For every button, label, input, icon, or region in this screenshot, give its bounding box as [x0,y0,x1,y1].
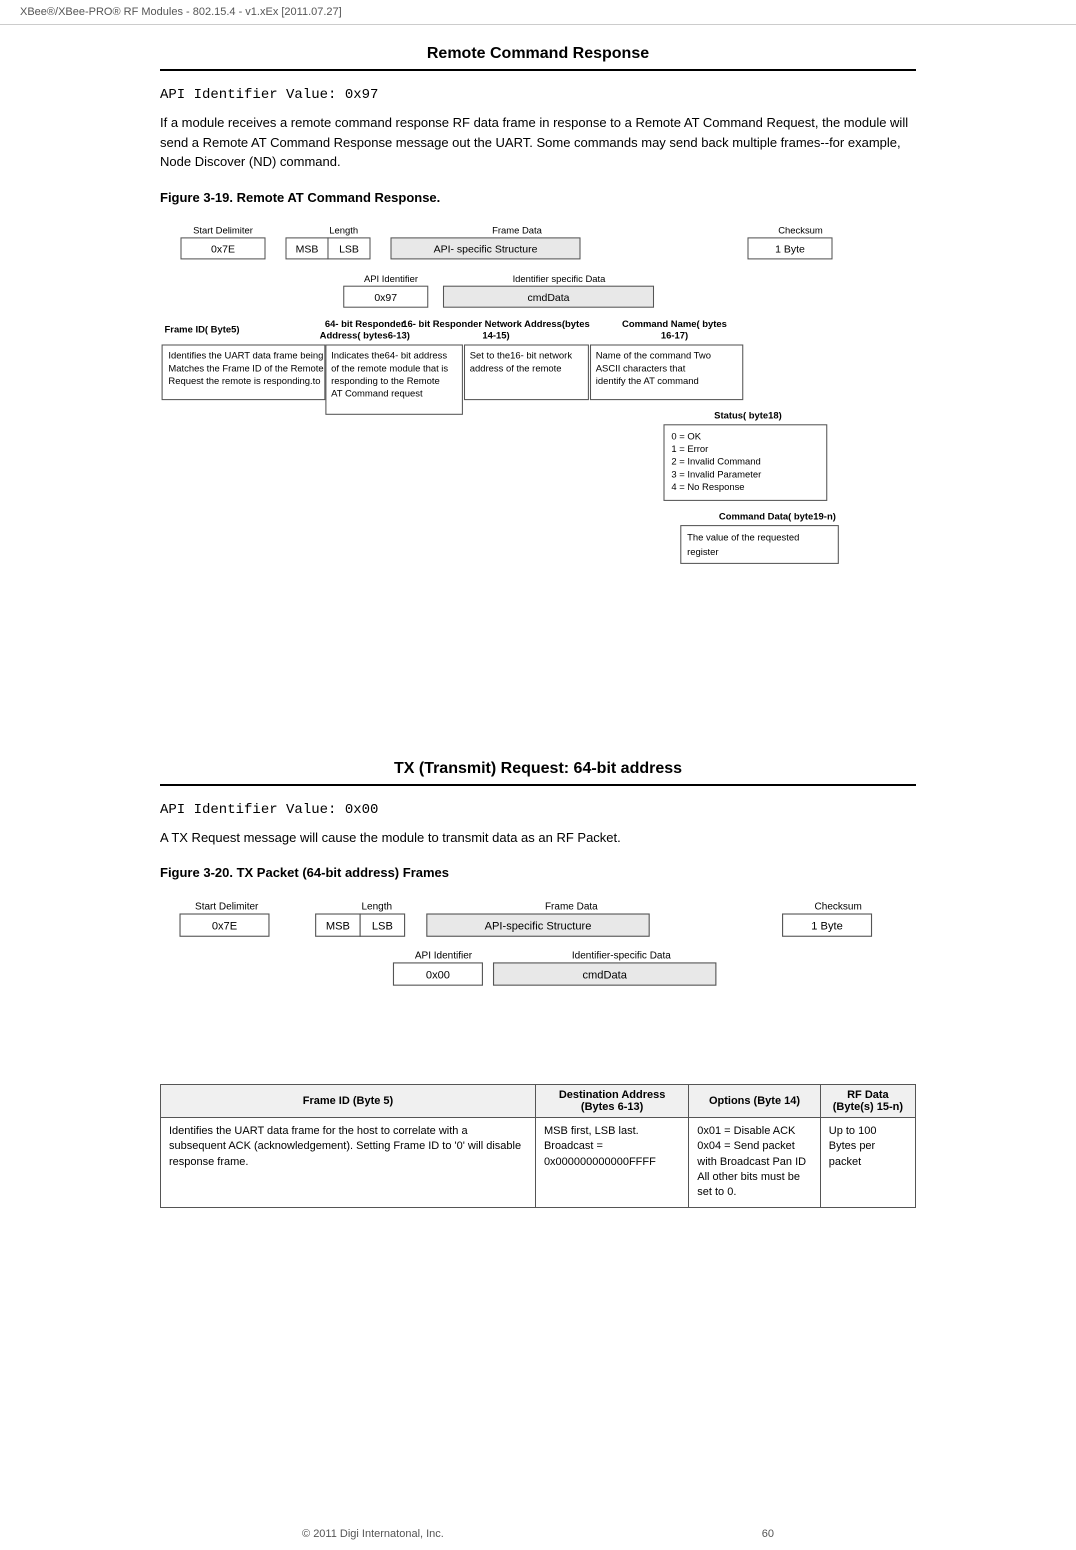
section2-figure-label: Figure 3-20. TX Packet (64-bit address) … [160,865,916,880]
tx-label-apiid: API Identifier [415,950,473,961]
section2-title: TX (Transmit) Request: 64-bit address [160,760,916,778]
th-options: Options (Byte 14) [689,1084,821,1117]
header-text: XBee®/XBee-PRO® RF Modules - 802.15.4 - … [20,6,342,18]
status-0: 0 = OK [671,431,701,442]
label-api-id: API Identifier [364,274,418,285]
text-64bit3: responding to the Remote [331,375,440,386]
val-api-specific: API- specific Structure [434,243,538,255]
remote-cmd-svg: Start Delimiter Length Frame Data Checks… [160,219,916,660]
text-cmdname1: Name of the command Two [596,350,711,361]
th-rfdata: RF Data (Byte(s) 15-n) [820,1084,915,1117]
text-cmdname3: identify the AT command [596,375,699,386]
section1-api-value: API Identifier Value: 0x97 [160,87,916,103]
val-checksum: 1 Byte [775,243,805,255]
section2-api-value2: A TX Request message will cause the modu… [160,828,916,848]
text-16bit1: Set to the16- bit network [470,350,573,361]
tx-val-checksum: 1 Byte [811,921,843,933]
tx-table: Frame ID (Byte 5) Destination Address (B… [160,1084,916,1208]
tx-diagram: Start Delimiter Length Frame Data Checks… [160,894,916,1072]
text-64bit2: of the remote module that is [331,363,448,374]
text-64bit1: Indicates the64- bit address [331,350,447,361]
tx-val-apiid: 0x00 [426,969,450,981]
label-start-delim: Start Delimiter [193,225,253,236]
label-16bit2: 14-15) [482,330,509,341]
label-cmdname: Command Name( bytes [622,319,727,330]
val-api-id: 0x97 [374,291,397,303]
page-footer: © 2011 Digi Internatonal, Inc. 60 [0,1528,1076,1540]
label-64bit: 64- bit Responder [325,319,405,330]
tx-label-length: Length [362,902,393,913]
label-id-specific: Identifier specific Data [513,274,607,285]
val-msb: MSB [296,243,319,255]
label-frame-id: Frame ID( Byte5) [165,324,240,335]
status-1: 1 = Error [671,444,708,455]
label-cmdname2: 16-17) [661,330,688,341]
remote-diagram: Start Delimiter Length Frame Data Checks… [160,219,916,660]
label-cmddata: Command Data( byte19-n) [719,511,836,522]
page-header: XBee®/XBee-PRO® RF Modules - 802.15.4 - … [0,0,1076,25]
tx-val-msb: MSB [326,921,350,933]
text-cmdname2: ASCII characters that [596,363,686,374]
tx-val-cmddata: cmdData [582,969,627,981]
tx-val-start: 0x7E [212,921,237,933]
td-frameid: Identifies the UART data frame for the h… [161,1117,536,1207]
th-destaddr: Destination Address (Bytes 6-13) [535,1084,688,1117]
tx-label-checksum: Checksum [815,902,862,913]
section1-divider [160,69,916,71]
label-16bit: 16- bit Responder Network Address(bytes [402,319,589,330]
text-cmddata2: register [687,547,718,558]
tx-label-start: Start Delimiter [195,902,259,913]
val-start-delim: 0x7E [211,243,235,255]
label-status: Status( byte18) [714,410,782,421]
tx-svg: Start Delimiter Length Frame Data Checks… [160,894,916,1072]
label-length: Length [329,225,358,236]
status-4: 4 = No Response [671,481,744,492]
footer-text: © 2011 Digi Internatonal, Inc. [302,1528,444,1540]
label-checksum: Checksum [778,225,823,236]
text-frameid3: Request the remote is responding.to [168,375,320,386]
tx-label-framedata: Frame Data [545,902,598,913]
val-cmd-data: cmdData [527,291,569,303]
section-remote-command: Remote Command Response API Identifier V… [160,45,916,660]
text-16bit2: address of the remote [470,363,562,374]
tx-val-api: API-specific Structure [485,921,592,933]
status-2: 2 = Invalid Command [671,456,760,467]
val-lsb: LSB [339,243,359,255]
text-cmddata1: The value of the requested [687,532,799,543]
tx-val-lsb: LSB [372,921,393,933]
label-64bit2: Address( bytes6-13) [320,330,410,341]
section2-api-value1: API Identifier Value: 0x00 [160,802,916,818]
section1-title: Remote Command Response [160,45,916,63]
section1-description: If a module receives a remote command re… [160,113,916,172]
section2-divider [160,784,916,786]
td-options: 0x01 = Disable ACK0x04 = Send packet wit… [689,1117,821,1207]
status-3: 3 = Invalid Parameter [671,469,761,480]
section-tx: TX (Transmit) Request: 64-bit address AP… [160,760,916,1208]
td-destaddr: MSB first, LSB last.Broadcast =0x0000000… [535,1117,688,1207]
spacer1 [160,660,916,720]
td-rfdata: Up to 100 Bytes per packet [820,1117,915,1207]
table-row: Identifies the UART data frame for the h… [161,1117,916,1207]
label-frame-data: Frame Data [492,225,543,236]
footer-page: 60 [762,1528,774,1540]
tx-label-idspecific: Identifier-specific Data [572,950,671,961]
section1-figure-label: Figure 3-19. Remote AT Command Response. [160,190,916,205]
th-frameid: Frame ID (Byte 5) [161,1084,536,1117]
text-64bit4: AT Command request [331,388,423,399]
